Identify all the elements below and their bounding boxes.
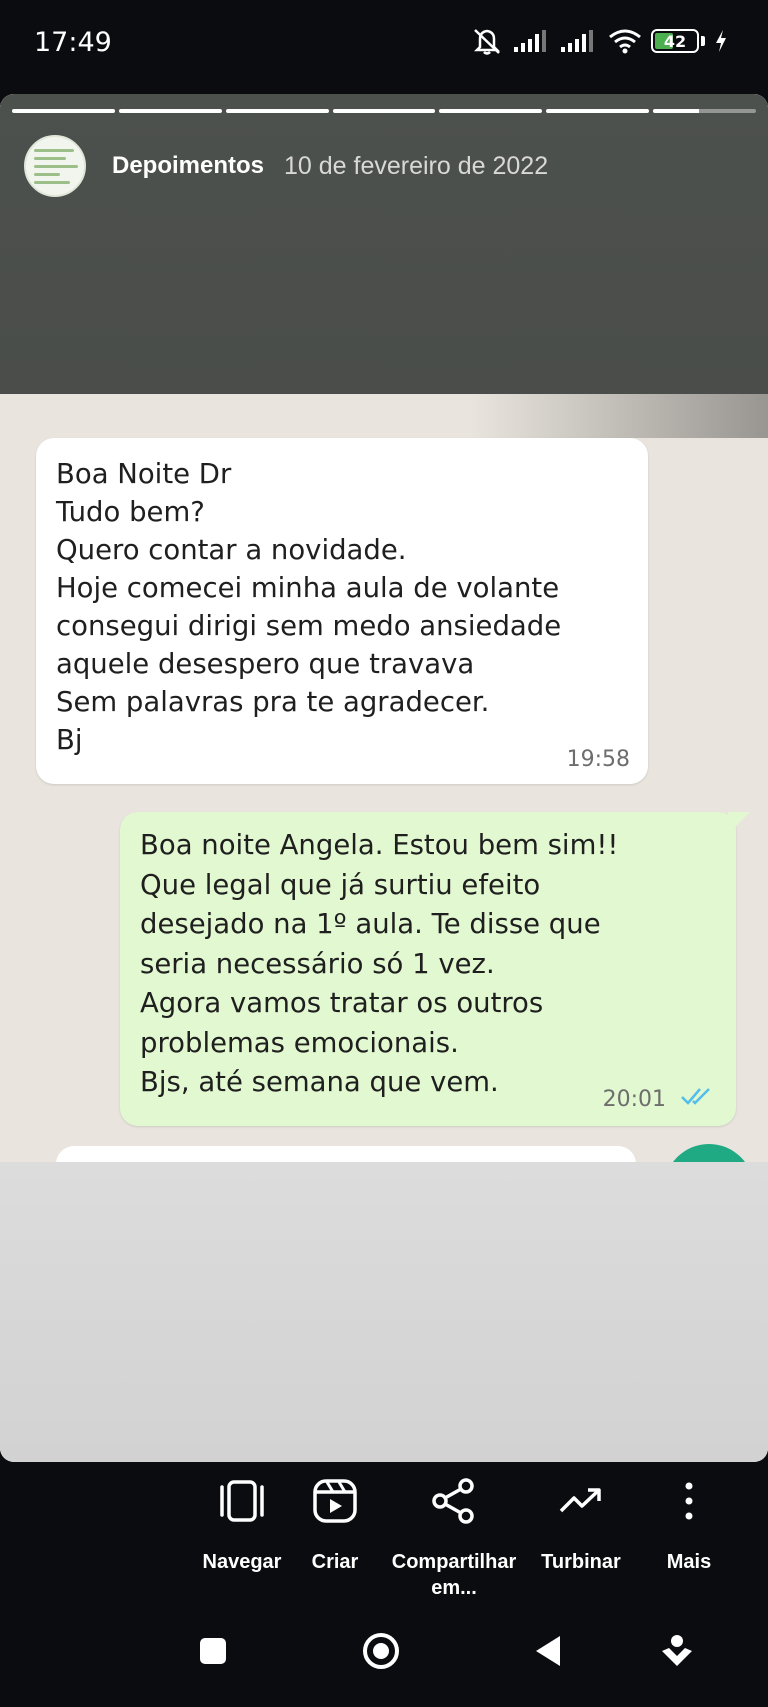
story-title[interactable]: Depoimentos xyxy=(112,152,264,180)
outgoing-message-time: 20:01 xyxy=(602,1087,666,1112)
story-progress-bar xyxy=(12,109,757,113)
recents-button[interactable] xyxy=(181,1619,245,1683)
wifi-icon xyxy=(608,28,642,54)
share-icon xyxy=(389,1470,519,1532)
incoming-message-time: 19:58 xyxy=(566,747,630,772)
share-button[interactable]: Compartilhar em... xyxy=(389,1462,519,1601)
story-progress-segment xyxy=(12,109,115,113)
story-progress-segment xyxy=(439,109,543,113)
signal-icon xyxy=(561,29,599,53)
more-label: Mais xyxy=(666,1551,712,1573)
status-time: 17:49 xyxy=(34,27,112,58)
recents-icon xyxy=(200,1638,226,1664)
story-date: 10 de fevereiro de 2022 xyxy=(284,151,549,180)
story-header[interactable]: Depoimentos 10 de fevereiro de 2022 xyxy=(24,134,548,198)
home-icon xyxy=(363,1633,399,1669)
battery-level: 42 xyxy=(663,31,687,51)
back-icon xyxy=(536,1636,560,1666)
incoming-message-text: Boa Noite Dr Tudo bem? Quero contar a no… xyxy=(56,458,562,756)
status-bar: 17:49 42 xyxy=(0,0,768,66)
incoming-message: Boa Noite Dr Tudo bem? Quero contar a no… xyxy=(36,438,648,784)
share-label: Compartilhar em... xyxy=(391,1551,517,1599)
story-progress-segment xyxy=(332,109,436,113)
more-icon xyxy=(624,1470,754,1532)
create-label: Criar xyxy=(311,1551,359,1573)
charging-icon xyxy=(714,29,728,53)
outgoing-message-text: Boa noite Angela. Estou bem sim!! Que le… xyxy=(140,829,619,1098)
more-button[interactable]: Mais xyxy=(624,1462,754,1575)
story-progress-segment xyxy=(118,109,222,113)
home-button[interactable] xyxy=(349,1619,413,1683)
create-button[interactable]: Criar xyxy=(270,1462,400,1575)
story-action-bar: Navegar Criar Compartilhar em... Turbina… xyxy=(0,1462,768,1599)
outgoing-message: Boa noite Angela. Estou bem sim!! Que le… xyxy=(120,812,736,1126)
story-progress-segment xyxy=(225,109,329,113)
story-viewer[interactable]: Boa Noite Dr Tudo bem? Quero contar a no… xyxy=(0,94,768,1462)
mute-icon xyxy=(471,27,505,55)
avatar[interactable] xyxy=(24,135,86,197)
story-footer-overlay xyxy=(0,1162,768,1462)
status-icons: 42 xyxy=(471,26,728,56)
signal-icon xyxy=(514,29,552,53)
assistant-icon xyxy=(662,1635,692,1666)
battery-icon: 42 xyxy=(651,29,699,53)
story-progress-segment xyxy=(653,109,757,113)
create-reel-icon xyxy=(270,1470,400,1532)
assistant-button[interactable] xyxy=(645,1619,709,1683)
story-progress-segment xyxy=(546,109,650,113)
read-receipt-icon xyxy=(680,1086,714,1110)
back-button[interactable] xyxy=(516,1619,580,1683)
system-nav-bar xyxy=(0,1597,768,1707)
